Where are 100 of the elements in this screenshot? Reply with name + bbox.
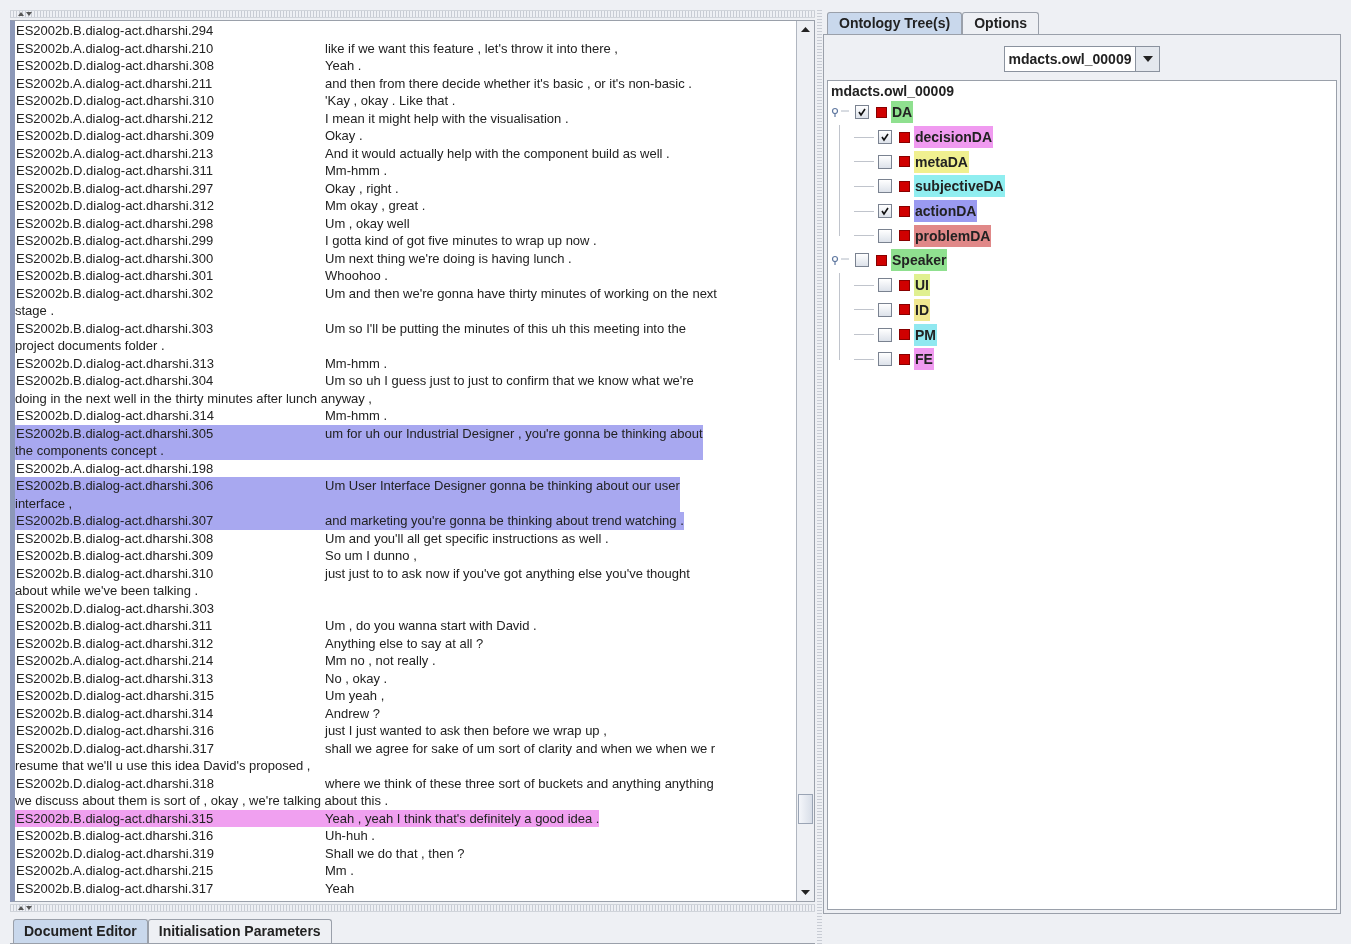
utterance-text: Um , okay well bbox=[325, 214, 410, 232]
utterance-id: ES2002b.D.dialog-act.dharshi.308 bbox=[15, 57, 216, 75]
utterance-text: Yeah bbox=[325, 879, 355, 897]
utterance-text: I mean it might help with the visualisation . bbox=[325, 109, 569, 127]
checkbox[interactable] bbox=[855, 253, 869, 268]
utterance-id: ES2002b.D.dialog-act.dharshi.309 bbox=[15, 127, 216, 145]
checkbox[interactable] bbox=[878, 179, 892, 194]
utterance-text: where we think of these three sort of buckets and anything anything bbox=[325, 774, 714, 792]
utterance-text: Mm no , not really . bbox=[325, 652, 436, 670]
utterance-id: ES2002b.B.dialog-act.dharshi.315 bbox=[15, 809, 215, 827]
tab[interactable]: Initialisation Parameters bbox=[147, 919, 332, 943]
utterance-text: I gotta kind of got five minutes to wrap up now . bbox=[325, 232, 597, 250]
utterance-text: Yeah . bbox=[325, 57, 362, 75]
utterance-text: doing in the next well in the thirty minutes after lunch anyway , bbox=[15, 390, 372, 406]
tree-node-label[interactable]: decisionDA bbox=[914, 126, 993, 149]
utterance-text: Uh-huh . bbox=[325, 827, 375, 845]
square-icon bbox=[899, 180, 910, 192]
utterance-id: ES2002b.B.dialog-act.dharshi.305 bbox=[15, 424, 215, 442]
checkbox[interactable] bbox=[878, 327, 892, 342]
square-icon bbox=[899, 230, 910, 242]
utterance-id: ES2002b.A.dialog-act.dharshi.210 bbox=[15, 39, 215, 57]
tree-node-label[interactable]: PM bbox=[914, 323, 937, 346]
utterance-id: ES2002b.A.dialog-act.dharshi.214 bbox=[15, 652, 215, 670]
utterance-text: Mm-hmm . bbox=[325, 354, 388, 372]
tree-node-label[interactable]: subjectiveDA bbox=[914, 175, 1005, 198]
utterance-text: Um next thing we're doing is having lunch . bbox=[325, 249, 572, 267]
utterance-text: interface , bbox=[15, 495, 73, 511]
utterance-id: ES2002b.B.dialog-act.dharshi.302 bbox=[15, 284, 215, 302]
square-icon bbox=[876, 106, 887, 118]
checkbox[interactable] bbox=[878, 228, 892, 243]
utterance-id: ES2002b.A.dialog-act.dharshi.198 bbox=[15, 459, 215, 477]
tab[interactable]: Document Editor bbox=[13, 919, 148, 943]
utterance-text: Mm-hmm . bbox=[325, 407, 388, 425]
tree-node-label[interactable]: FE bbox=[914, 348, 934, 371]
utterance-id: ES2002b.B.dialog-act.dharshi.297 bbox=[15, 179, 215, 197]
utterance-id: ES2002b.A.dialog-act.dharshi.211 bbox=[15, 74, 214, 92]
highlighted-utterance[interactable]: ES2002b.B.dialog-act.dharshi.305 um for uh our Industrial Designer , you're gonna be thinking about the components concept . bbox=[15, 424, 703, 460]
square-icon bbox=[899, 304, 910, 316]
utterance-text: Um , do you wanna start with David . bbox=[325, 617, 537, 635]
tree-node-label[interactable]: ID bbox=[914, 298, 930, 321]
utterance-text: stage . bbox=[15, 303, 55, 318]
tab[interactable]: Options bbox=[962, 12, 1040, 34]
utterance-text: like if we want this feature , let's throw it into there , bbox=[325, 39, 618, 57]
tree-node-label[interactable]: actionDA bbox=[914, 200, 978, 223]
square-icon bbox=[899, 156, 910, 168]
vertical-scrollbar[interactable] bbox=[796, 21, 814, 901]
utterance-id: ES2002b.B.dialog-act.dharshi.311 bbox=[15, 617, 214, 635]
utterance-id: ES2002b.D.dialog-act.dharshi.315 bbox=[15, 687, 216, 705]
highlighted-utterance[interactable]: ES2002b.B.dialog-act.dharshi.315 Yeah , yeah I think that's definitely a good idea . bbox=[15, 809, 600, 827]
tree-node-label[interactable]: DA bbox=[891, 101, 914, 124]
utterance-id: ES2002b.D.dialog-act.dharshi.303 bbox=[15, 599, 216, 617]
tree-handle-icon[interactable] bbox=[831, 255, 851, 266]
tree-node-label[interactable]: UI bbox=[914, 274, 930, 297]
square-icon bbox=[876, 254, 887, 266]
collapse-arrows-icon[interactable] bbox=[18, 11, 32, 17]
tree-node-label[interactable]: Speaker bbox=[891, 249, 948, 272]
utterance-text: Um and then we're gonna have thirty minutes of working on the next bbox=[325, 284, 717, 302]
utterance-id: ES2002b.B.dialog-act.dharshi.307 bbox=[15, 512, 215, 530]
utterance-id: ES2002b.B.dialog-act.dharshi.313 bbox=[15, 669, 215, 687]
utterance-text: Um yeah , bbox=[325, 687, 385, 705]
tab[interactable]: Ontology Tree(s) bbox=[827, 12, 963, 34]
utterance-id: ES2002b.B.dialog-act.dharshi.309 bbox=[15, 547, 215, 565]
utterance-text: and then from there decide whether it's basic , or it's non-basic . bbox=[325, 74, 692, 92]
utterance-id: ES2002b.A.dialog-act.dharshi.213 bbox=[15, 144, 215, 162]
square-icon bbox=[899, 329, 910, 341]
highlighted-utterance[interactable]: ES2002b.B.dialog-act.dharshi.307 and marketing you're gonna be thinking about trend watching . bbox=[15, 512, 684, 530]
utterance-id: ES2002b.B.dialog-act.dharshi.312 bbox=[15, 634, 215, 652]
utterance-id: ES2002b.B.dialog-act.dharshi.299 bbox=[15, 232, 215, 250]
collapse-arrows-icon[interactable] bbox=[18, 905, 32, 911]
checkbox[interactable] bbox=[855, 105, 869, 120]
utterance-text: Mm-hmm . bbox=[325, 162, 388, 180]
dropdown-value: mdacts.owl_00009 bbox=[1007, 50, 1133, 69]
utterance-id: ES2002b.A.dialog-act.dharshi.215 bbox=[15, 862, 215, 880]
utterance-id: ES2002b.D.dialog-act.dharshi.312 bbox=[15, 197, 216, 215]
utterance-id: ES2002b.B.dialog-act.dharshi.300 bbox=[15, 249, 215, 267]
utterance-id: ES2002b.B.dialog-act.dharshi.304 bbox=[15, 372, 215, 390]
checkbox[interactable] bbox=[878, 302, 892, 317]
utterance-id: ES2002b.D.dialog-act.dharshi.313 bbox=[15, 354, 216, 372]
utterance-id: ES2002b.D.dialog-act.dharshi.311 bbox=[15, 162, 215, 180]
tree-node-label[interactable]: metaDA bbox=[914, 150, 969, 173]
scroll-thumb[interactable] bbox=[798, 794, 813, 824]
square-icon bbox=[899, 279, 910, 291]
tree-node-label[interactable]: problemDA bbox=[914, 224, 992, 247]
utterance-text: just I just wanted to ask then before we wrap up , bbox=[325, 722, 607, 740]
utterance-id: ES2002b.B.dialog-act.dharshi.306 bbox=[15, 477, 215, 495]
utterance-text: just just to to ask now if you've got anything else you've thought bbox=[325, 564, 690, 582]
checkbox[interactable] bbox=[878, 278, 892, 293]
utterance-text: Um User Interface Designer gonna be thinking about our user bbox=[325, 477, 680, 495]
utterance-id: ES2002b.D.dialog-act.dharshi.316 bbox=[15, 722, 216, 740]
tree-handle-icon[interactable] bbox=[831, 107, 851, 118]
checkbox[interactable] bbox=[878, 130, 892, 145]
utterance-text: Okay . bbox=[325, 127, 363, 145]
utterance-text: Shall we do that , then ? bbox=[325, 844, 465, 862]
dropdown-arrow-icon[interactable] bbox=[1143, 56, 1153, 62]
utterance-id: ES2002b.B.dialog-act.dharshi.314 bbox=[15, 704, 215, 722]
checkbox[interactable] bbox=[878, 352, 892, 367]
ontology-dropdown[interactable]: mdacts.owl_00009 bbox=[1003, 46, 1161, 72]
checkbox[interactable] bbox=[878, 204, 892, 219]
utterance-id: ES2002b.B.dialog-act.dharshi.308 bbox=[15, 529, 215, 547]
checkbox[interactable] bbox=[878, 154, 892, 169]
